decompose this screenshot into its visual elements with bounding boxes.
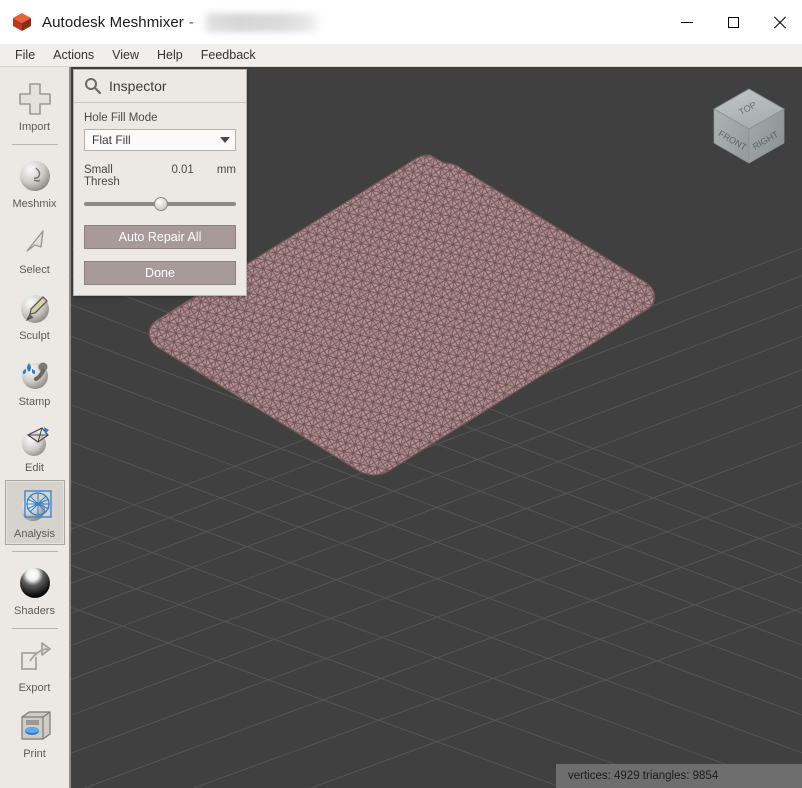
title-bar: Autodesk Meshmixer - xyxy=(0,0,802,44)
title-separator: - xyxy=(188,13,194,31)
minimize-button[interactable] xyxy=(664,0,710,44)
face-sphere-icon xyxy=(19,161,50,191)
slider-handle[interactable] xyxy=(153,197,168,211)
tool-sidebar: Import Meshmix Select Sculpt Stamp Edit … xyxy=(0,67,71,788)
done-button[interactable]: Done xyxy=(84,261,236,285)
menu-item-help[interactable]: Help xyxy=(148,46,192,64)
mesh-stats-text: vertices: 4929 triangles: 9854 xyxy=(568,770,719,782)
sidebar-item-shaders[interactable]: Shaders xyxy=(5,557,65,622)
menu-item-feedback[interactable]: Feedback xyxy=(192,46,265,64)
cursor-arrow-icon xyxy=(25,230,44,252)
chevron-down-icon xyxy=(220,137,230,143)
sidebar-item-label-import: Import xyxy=(18,121,51,133)
stamp-sphere-icon xyxy=(21,362,48,389)
inspector-panel: Inspector Hole Fill Mode Flat Fill Small… xyxy=(73,69,247,296)
sidebar-item-analysis[interactable]: Analysis xyxy=(4,480,65,545)
meshmixer-window: Autodesk Meshmixer - File Actions View H… xyxy=(0,0,802,788)
auto-repair-all-label: Auto Repair All xyxy=(118,230,202,244)
hole-fill-mode-value: Flat Fill xyxy=(92,133,131,147)
plus-icon xyxy=(18,83,51,115)
sidebar-item-export[interactable]: Export xyxy=(5,634,65,699)
sidebar-separator-1 xyxy=(11,144,58,145)
3d-viewport[interactable]: TOP FRONT RIGHT Inspector Hole Fill Mode… xyxy=(71,67,802,788)
view-cube[interactable]: TOP FRONT RIGHT xyxy=(706,83,792,169)
magnifier-icon xyxy=(85,78,101,94)
printer-icon xyxy=(20,711,51,740)
status-bar: vertices: 4929 triangles: 9854 xyxy=(556,764,802,788)
sidebar-item-label-shaders: Shaders xyxy=(14,605,55,617)
menu-item-view[interactable]: View xyxy=(103,46,148,64)
sidebar-item-label-select: Select xyxy=(19,264,50,276)
edit-sphere-icon xyxy=(21,427,49,456)
small-thresh-value: 0.01 xyxy=(171,164,194,176)
sidebar-item-import[interactable]: Import xyxy=(5,73,65,138)
minimize-icon xyxy=(681,21,693,23)
sidebar-separator-3 xyxy=(11,628,58,629)
menu-item-file[interactable]: File xyxy=(6,46,44,64)
sidebar-item-label-analysis: Analysis xyxy=(14,528,55,540)
menu-item-actions[interactable]: Actions xyxy=(44,46,103,64)
auto-repair-all-button[interactable]: Auto Repair All xyxy=(84,225,236,249)
sidebar-item-label-edit: Edit xyxy=(25,462,44,474)
sidebar-item-edit[interactable]: Edit xyxy=(5,414,65,479)
inspector-title: Inspector xyxy=(109,77,167,94)
sidebar-separator-2 xyxy=(11,551,58,552)
menu-bar: File Actions View Help Feedback xyxy=(0,44,802,67)
close-button[interactable] xyxy=(756,0,802,44)
small-thresh-slider[interactable] xyxy=(84,195,236,213)
sidebar-item-label-print: Print xyxy=(23,748,46,760)
sidebar-item-sculpt[interactable]: Sculpt xyxy=(5,282,65,347)
maximize-button[interactable] xyxy=(710,0,756,44)
sidebar-item-label-stamp: Stamp xyxy=(18,396,51,408)
hole-fill-mode-label: Hole Fill Mode xyxy=(84,112,158,124)
sidebar-item-print[interactable]: Print xyxy=(5,700,65,765)
small-thresh-unit: mm xyxy=(216,164,236,176)
maximize-icon xyxy=(727,16,739,28)
small-thresh-label: Small Thresh xyxy=(84,164,120,188)
sidebar-item-label-sculpt: Sculpt xyxy=(19,330,50,342)
analysis-mesh-icon xyxy=(20,490,52,521)
app-title: Autodesk Meshmixer xyxy=(42,13,184,31)
done-label: Done xyxy=(145,266,175,280)
inspector-body: Hole Fill Mode Flat Fill Small Thresh 0.… xyxy=(74,103,246,285)
sidebar-item-meshmix[interactable]: Meshmix xyxy=(5,150,65,215)
sidebar-item-stamp[interactable]: Stamp xyxy=(5,348,65,413)
main-body: Import Meshmix Select Sculpt Stamp Edit … xyxy=(0,67,802,788)
sidebar-item-select[interactable]: Select xyxy=(5,216,65,281)
close-icon xyxy=(773,16,786,29)
brush-sphere-icon xyxy=(20,295,49,323)
window-controls xyxy=(664,0,802,44)
meshmixer-logo-icon xyxy=(10,10,34,34)
small-thresh-row: Small Thresh 0.01 mm xyxy=(84,164,236,188)
document-name-redacted xyxy=(200,12,323,32)
inspector-header: Inspector xyxy=(74,70,246,103)
sidebar-item-label-meshmix: Meshmix xyxy=(12,198,57,210)
hole-fill-mode-select[interactable]: Flat Fill xyxy=(84,129,236,151)
sidebar-item-label-export: Export xyxy=(18,682,51,694)
export-arrow-icon xyxy=(20,642,51,670)
shaders-sphere-icon xyxy=(19,568,50,598)
